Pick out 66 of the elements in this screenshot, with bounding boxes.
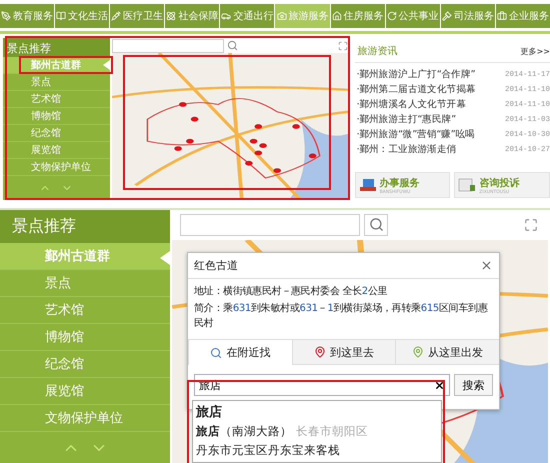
atom-icon [166,11,176,21]
sidebar-item[interactable]: 文物保护单位 [3,159,110,176]
sidebar-item[interactable]: 展览馆 [0,378,170,405]
briefcase-icon [496,11,507,21]
refresh-icon [386,11,397,21]
search-button[interactable] [364,214,388,236]
nav-tab[interactable]: 旅游服务 [275,4,330,28]
nav-tab[interactable]: 住房服务 [330,4,385,28]
syringe-icon [111,11,122,21]
search-button[interactable]: 搜索 [454,374,493,396]
news-link[interactable]: ·鄞州：工业旅游渐走俏 [356,143,456,156]
nav-tab[interactable]: 交通出行 [220,4,274,28]
pen-icon [1,11,12,21]
map-search-field[interactable] [180,214,360,236]
fullscreen-icon[interactable] [524,218,538,232]
sidebar-item[interactable]: 纪念馆 [3,125,110,142]
nav-tab[interactable]: 教育服务 [0,4,54,28]
more-link[interactable]: 更多>> [520,46,550,56]
gavel-icon [442,11,452,21]
nav-tab[interactable]: 医疗卫生 [110,4,164,28]
popup-title: 红色古道 [194,258,238,273]
search-icon [368,217,384,232]
popup-tab[interactable]: 到这里去 [292,340,396,365]
clear-icon[interactable] [434,380,445,390]
news-title: 旅游资讯 [358,44,398,58]
nav-tab[interactable]: 司法服务 [440,4,495,28]
sidebar-item[interactable]: 展览馆 [3,142,110,159]
intro-text: 简介：乘631到朱敏村或631－1到横街菜场，再转乘615区间车到惠民村 [194,302,488,331]
suggestion-item[interactable]: 旅店（南湖大路） 长春市朝阳区 [196,422,438,441]
car-icon [221,11,232,21]
address-text: 地址：横街镇惠民村－惠民村委会 全长2公里 [194,284,388,299]
news-link[interactable]: ·鄞州第二届古道文化节揭幕 [356,83,476,96]
camera-icon [276,11,287,21]
suggestion-item[interactable]: 丹东市元宝区丹东宝来客栈 [196,441,438,460]
news-link[interactable]: ·鄞州旅游主打“惠民牌” [356,113,456,126]
news-link[interactable]: ·鄞州旅游沪上广打“合作牌” [356,68,476,81]
nav-tab[interactable]: 社会保障 [165,4,220,28]
map-search-field[interactable] [112,38,224,52]
sidebar-item[interactable]: 景点 [0,270,170,297]
nav-tab[interactable]: 企业服务 [496,4,550,28]
pin-icon [314,346,326,358]
service-label: 咨询投诉 [479,176,520,190]
sidebar-item[interactable]: 文物保护单位 [0,405,170,432]
suggestion-item[interactable]: 旅店 [196,403,438,422]
close-icon[interactable] [480,259,493,272]
sidebar-item[interactable]: 鄞州古道群 [0,243,170,270]
sidebar-title: 景点推荐 [0,210,170,243]
book-icon [56,11,66,21]
popup-tab[interactable]: 从这里出发 [395,340,500,365]
fullscreen-icon[interactable] [338,40,348,50]
news-link[interactable]: ·鄞州塘溪名人文化节开幕 [356,98,466,111]
service-label: 办事服务 [380,176,420,190]
sidebar-item[interactable]: 博物馆 [3,108,110,125]
search-icon[interactable] [226,40,238,51]
sidebar-item[interactable]: 艺术馆 [0,297,170,324]
house-icon [332,11,342,21]
sidebar-item[interactable]: 博物馆 [0,324,170,351]
nav-tab[interactable]: 文化生活 [55,4,110,28]
sidebar-title: 景点推荐 [3,38,110,57]
pin-icon [412,346,424,358]
sidebar-item[interactable]: 景点 [3,74,110,91]
news-link[interactable]: ·鄞州旅游“微”营销“赚”吆喝 [356,128,475,141]
nav-tab[interactable]: 公共事业 [386,4,440,28]
sidebar-item[interactable]: 纪念馆 [0,351,170,378]
sidebar-item[interactable]: 艺术馆 [3,91,110,108]
search-icon [210,346,222,358]
